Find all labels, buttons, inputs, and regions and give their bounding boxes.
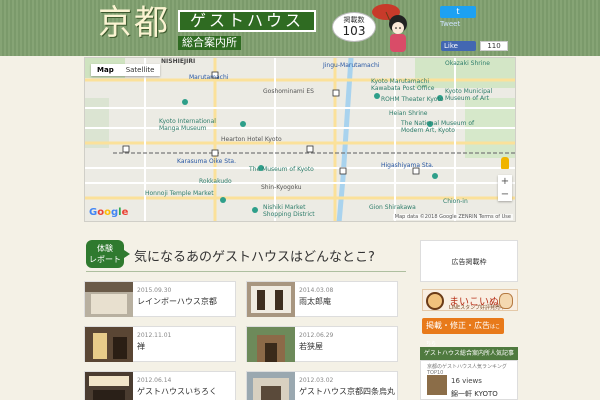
geisha-mascot-icon	[372, 4, 407, 52]
map-label: ROHM Theater Kyoto	[381, 96, 444, 103]
ad-space-box[interactable]: 広告掲載枠	[420, 240, 518, 282]
card-title[interactable]: レインボーハウス京都	[137, 296, 217, 307]
map-label: Marutamachi	[189, 74, 229, 81]
card-date: 2012.06.29	[299, 332, 334, 339]
maikoinu-dog-icon	[426, 292, 444, 310]
facebook-like-button[interactable]: Like	[441, 41, 476, 51]
card-title[interactable]: 若狭屋	[299, 341, 323, 352]
listing-ad-button-label: 掲載・修正・広告	[426, 321, 490, 330]
map-zoom-control[interactable]: + −	[498, 175, 512, 201]
map-type-map[interactable]: Map	[91, 64, 120, 76]
report-card[interactable]: 2012.11.01 禅	[84, 326, 236, 362]
map-label: Rokkakudo	[199, 178, 232, 185]
map-label: Okazaki Shrine	[445, 60, 490, 67]
site-header: 京都 ゲストハウス 総合案内所 掲載数 103 t Tweet Like 110	[0, 0, 600, 56]
map-credit[interactable]: Map data ©2018 Google ZENRIN Terms of Us…	[392, 214, 513, 220]
report-divider	[86, 271, 406, 272]
map-label: The Museum of Kyoto	[249, 166, 314, 173]
street-view-pegman-icon[interactable]	[501, 157, 509, 169]
card-thumbnail[interactable]	[247, 327, 295, 362]
map-label: Gion Shirakawa	[369, 204, 416, 211]
card-thumbnail[interactable]	[247, 372, 295, 400]
card-thumbnail[interactable]	[85, 327, 133, 362]
report-card[interactable]: 2012.03.02 ゲストハウス京都四条烏丸	[246, 371, 398, 400]
map-label: Heian Shrine	[389, 110, 428, 117]
zoom-in-button[interactable]: +	[498, 175, 512, 188]
map-label: Kyoto International Manga Museum	[159, 118, 216, 132]
map-label: Honnoji Temple Market	[145, 190, 214, 197]
report-card[interactable]: 2014.03.08 雨太郎庵	[246, 281, 398, 317]
card-date: 2014.03.08	[299, 287, 334, 294]
map-label: Hearton Hotel Kyoto	[221, 136, 282, 143]
card-thumbnail[interactable]	[85, 372, 133, 400]
maikoinu-geisha-icon	[499, 293, 513, 309]
card-title[interactable]: 雨太郎庵	[299, 296, 331, 307]
card-thumbnail[interactable]	[247, 282, 295, 317]
card-title[interactable]: ゲストハウス京都四条烏丸	[299, 386, 395, 397]
map-label: Kyoto Marutamachi Kawabata Post Office	[371, 78, 435, 92]
report-card[interactable]: 2012.06.29 若狭屋	[246, 326, 398, 362]
site-logo[interactable]: 京都	[98, 6, 170, 40]
card-date: 2015.09.30	[137, 287, 172, 294]
tweet-label[interactable]: Tweet	[440, 20, 460, 28]
logo-banner[interactable]: ゲストハウス	[178, 10, 316, 32]
report-badge-text: 体験 レポート	[89, 244, 121, 264]
report-title: 気になるあのゲストハウスはどんなとこ?	[134, 250, 375, 265]
map-label: Shin-Kyogoku	[261, 184, 302, 191]
map-label: The National Museum of Modern Art, Kyoto	[401, 120, 475, 134]
ranking-title[interactable]: 錦一軒 KYOTO	[451, 389, 498, 399]
report-card[interactable]: 2012.06.14 ゲストハウスいちろく	[84, 371, 236, 400]
ranking-views: 16 views	[451, 377, 482, 385]
popular-articles-heading: ゲストハウス総合案内所人気記事	[420, 347, 518, 360]
guesthouse-map[interactable]: Map Satellite NISHIEJIRI Marutamachi Gos…	[84, 57, 516, 222]
maikoinu-subtitle: LINEスタンプ好評発売中	[449, 305, 506, 311]
map-label: Jingu-Marutamachi	[323, 62, 380, 69]
card-title[interactable]: ゲストハウスいちろく	[137, 386, 217, 397]
listing-count-value: 103	[342, 24, 366, 38]
map-type-toggle[interactable]: Map Satellite	[91, 64, 161, 76]
report-card[interactable]: 2015.09.30 レインボーハウス京都	[84, 281, 236, 317]
card-date: 2012.03.02	[299, 377, 334, 384]
card-title[interactable]: 禅	[137, 341, 145, 352]
listing-count-bubble: 掲載数 103	[332, 12, 376, 42]
map-type-satellite[interactable]: Satellite	[120, 64, 161, 76]
google-logo: Google	[89, 207, 129, 218]
map-label: Kyoto Municipal Museum of Art	[445, 88, 493, 102]
map-label: Goshominami ES	[263, 88, 314, 95]
ranking-thumbnail[interactable]	[427, 375, 447, 395]
map-label: NISHIEJIRI	[161, 58, 196, 65]
report-badge: 体験 レポート	[86, 240, 130, 268]
map-label: Nishiki Market Shopping District	[263, 204, 315, 218]
card-date: 2012.11.01	[137, 332, 172, 339]
map-label: Chion-in	[443, 198, 468, 205]
facebook-like-count: 110	[480, 41, 508, 51]
maikoinu-banner[interactable]: まいこいぬ LINEスタンプ好評発売中	[422, 289, 518, 311]
logo-caption: 総合案内所	[178, 36, 241, 50]
map-label: Higashiyama Sta.	[381, 162, 434, 169]
map-label: Karasuma Oike Sta.	[177, 158, 237, 165]
popular-articles-box[interactable]: 京都のゲストハウス人気ランキングTOP10 16 views 錦一軒 KYOTO	[420, 360, 518, 400]
card-date: 2012.06.14	[137, 377, 172, 384]
card-thumbnail[interactable]	[85, 282, 133, 317]
listing-ad-button[interactable]: 掲載・修正・広告はこちら	[422, 318, 504, 347]
tweet-button[interactable]: t	[440, 6, 476, 18]
ad-space-heading: 広告掲載枠	[451, 258, 487, 266]
zoom-out-button[interactable]: −	[498, 188, 512, 201]
